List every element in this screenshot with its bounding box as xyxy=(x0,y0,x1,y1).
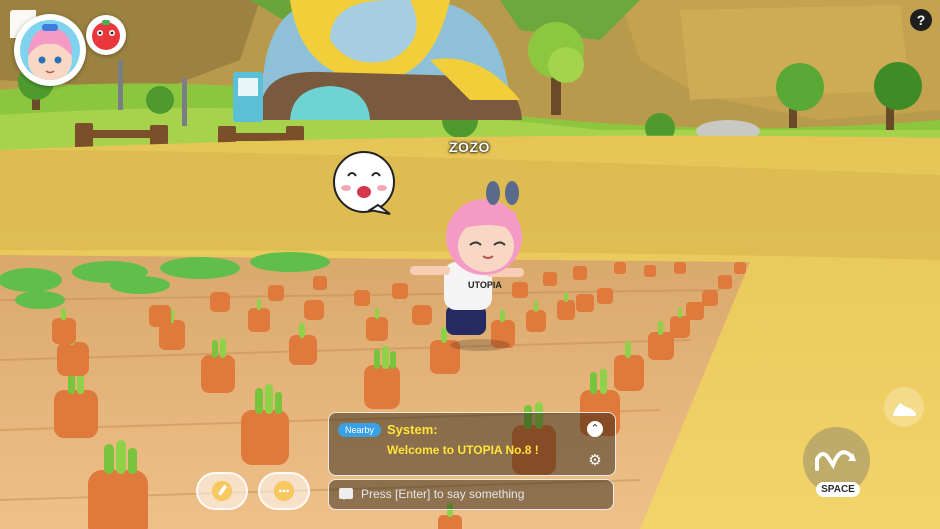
chat-bubble-icon xyxy=(273,480,295,502)
player-avatar[interactable] xyxy=(14,14,86,86)
player-name-tag: ZOZO xyxy=(449,139,490,155)
help-button[interactable]: ? xyxy=(910,9,932,31)
chat-input-placeholder: Press [Enter] to say something xyxy=(361,487,525,501)
pet-icon xyxy=(92,20,120,50)
avatar-portrait xyxy=(20,20,80,80)
sprint-button[interactable] xyxy=(884,387,924,427)
svg-text:UTOPIA: UTOPIA xyxy=(468,280,502,290)
speech-bubble-icon xyxy=(339,488,353,500)
system-message: Welcome to UTOPIA No.8 ! xyxy=(387,443,539,457)
emote-bubble xyxy=(333,151,395,215)
gear-icon[interactable]: ⚙ xyxy=(587,453,603,469)
pet-badge[interactable] xyxy=(86,15,126,55)
space-key-label: SPACE xyxy=(816,482,860,497)
flashlight-icon xyxy=(211,480,233,502)
chat-input[interactable]: Press [Enter] to say something xyxy=(328,479,614,510)
flashlight-button[interactable] xyxy=(196,472,248,510)
system-label: System: xyxy=(387,422,438,437)
nearby-channel-badge[interactable]: Nearby xyxy=(338,423,382,437)
shoe-icon xyxy=(893,403,916,416)
chat-panel[interactable]: Nearby System: Welcome to UTOPIA No.8 ! … xyxy=(328,412,616,476)
chat-toggle-button[interactable] xyxy=(258,472,310,510)
chevron-up-icon[interactable]: ⌃ xyxy=(587,421,603,437)
